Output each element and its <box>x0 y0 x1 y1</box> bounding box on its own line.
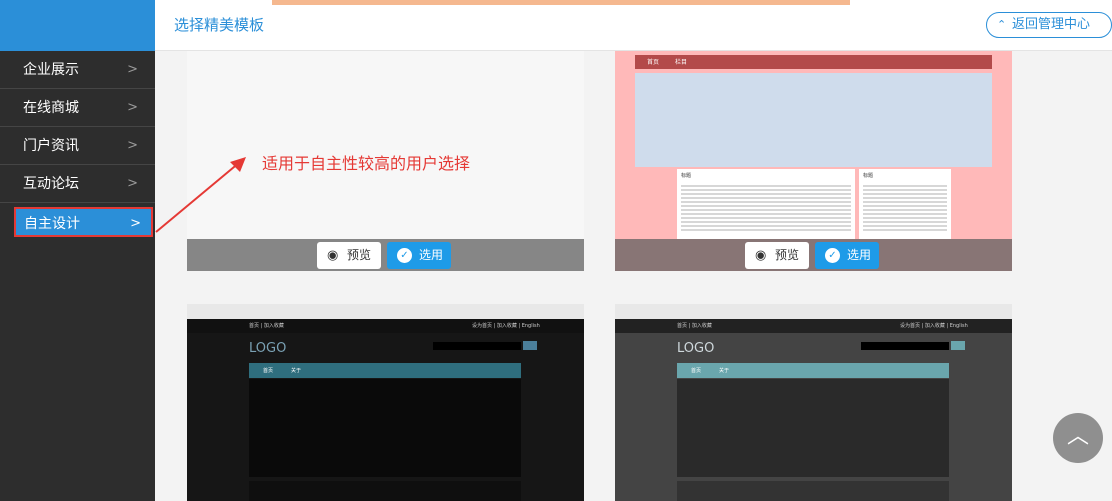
double-chevron-up-icon: ⌃ <box>997 18 1007 31</box>
sidebar-item-custom-design[interactable]: 自主设计 > <box>14 207 153 237</box>
template-card-pink[interactable]: 首页 栏目 标题 标题 ◉ 预览 ✓ 选用 <box>615 51 1012 271</box>
mock-nav-about: 关于 <box>291 368 302 374</box>
mock-logo: LOGO <box>677 341 715 356</box>
check-circle-icon: ✓ <box>825 248 840 263</box>
scroll-to-top-button[interactable]: ︿ <box>1053 413 1103 463</box>
sidebar-item-label: 门户资讯 <box>23 138 79 154</box>
preview-label: 预览 <box>347 248 372 262</box>
chevron-right-icon: > <box>127 100 138 115</box>
back-to-admin-label: 返回管理中心 <box>1012 17 1091 32</box>
mock-banner <box>635 73 992 167</box>
mock-topbar: 首页 | 加入收藏 设为首页 | 加入收藏 | English <box>187 319 584 333</box>
mock-nav: 首页 关于 <box>677 363 949 378</box>
eye-icon: ◉ <box>755 248 767 263</box>
template-action-bar: ◉ 预览 ✓ 选用 <box>615 239 1012 271</box>
chevron-right-icon: > <box>127 176 138 191</box>
sidebar: 企业展示 > 在线商城 > 门户资讯 > 互动论坛 > 自主设计 > <box>0 51 155 501</box>
sidebar-item-label: 企业展示 <box>23 62 79 78</box>
page-title: 选择精美模板 <box>174 16 265 34</box>
sidebar-item-forum[interactable]: 互动论坛 > <box>0 165 155 203</box>
annotation-text: 适用于自主性较高的用户选择 <box>262 154 471 173</box>
chevron-right-icon: > <box>130 216 141 231</box>
mock-search-button <box>951 341 965 350</box>
mock-column: 标题 <box>859 169 951 239</box>
mock-col-title: 标题 <box>681 173 692 179</box>
mock-text-lines <box>863 183 947 233</box>
template-card-grey[interactable]: 首页 | 加入收藏 设为首页 | 加入收藏 | English LOGO 首页 … <box>615 304 1012 501</box>
chevron-right-icon: > <box>127 62 138 77</box>
mock-nav-item: 栏目 <box>675 59 688 66</box>
template-action-bar: ◉ 预览 ✓ 选用 <box>187 239 584 271</box>
select-button[interactable]: ✓ 选用 <box>815 242 879 269</box>
mock-search-button <box>523 341 537 350</box>
mock-footer <box>677 481 949 501</box>
mock-nav-home: 首页 <box>647 59 660 66</box>
mock-top-right: 设为首页 | 加入收藏 | English <box>472 323 540 329</box>
mock-logo: LOGO <box>249 341 287 356</box>
preview-label: 预览 <box>775 248 800 262</box>
sidebar-item-shop[interactable]: 在线商城 > <box>0 89 155 127</box>
back-to-admin-button[interactable]: ⌃ 返回管理中心 <box>986 12 1112 38</box>
sidebar-item-label: 互动论坛 <box>23 176 79 192</box>
sidebar-item-enterprise[interactable]: 企业展示 > <box>0 51 155 89</box>
mock-nav-home: 首页 <box>691 368 702 374</box>
chevron-up-icon: ︿ <box>1066 424 1089 449</box>
sidebar-header <box>0 0 155 51</box>
chevron-right-icon: > <box>127 138 138 153</box>
eye-icon: ◉ <box>327 248 339 263</box>
mock-text-lines <box>681 183 851 233</box>
top-bar: 选择精美模板 ⌃ 返回管理中心 <box>0 0 1112 51</box>
select-label: 选用 <box>847 248 872 262</box>
template-card-dark[interactable]: 首页 | 加入收藏 设为首页 | 加入收藏 | English LOGO 首页 … <box>187 304 584 501</box>
mock-column: 标题 <box>677 169 855 239</box>
sidebar-item-label: 自主设计 <box>24 216 80 232</box>
mock-top-links: 首页 | 加入收藏 <box>677 323 712 329</box>
mock-col-title: 标题 <box>863 173 874 179</box>
mock-top-links: 首页 | 加入收藏 <box>249 323 284 329</box>
mock-search <box>433 342 521 350</box>
top-accent-bar <box>272 0 850 5</box>
sidebar-item-portal[interactable]: 门户资讯 > <box>0 127 155 165</box>
mock-nav-about: 关于 <box>719 368 730 374</box>
select-label: 选用 <box>419 248 444 262</box>
mock-banner <box>249 379 521 477</box>
mock-nav-home: 首页 <box>263 368 274 374</box>
preview-button[interactable]: ◉ 预览 <box>317 242 381 269</box>
mock-top-right: 设为首页 | 加入收藏 | English <box>900 323 968 329</box>
mock-banner <box>677 379 949 477</box>
mock-nav: 首页 关于 <box>249 363 521 378</box>
mock-topbar: 首页 | 加入收藏 设为首页 | 加入收藏 | English <box>615 319 1012 333</box>
mock-search <box>861 342 949 350</box>
annotation-arrow <box>155 157 246 233</box>
mock-footer <box>249 481 521 501</box>
select-button[interactable]: ✓ 选用 <box>387 242 451 269</box>
check-circle-icon: ✓ <box>397 248 412 263</box>
mock-nav: 首页 栏目 <box>635 55 992 69</box>
template-gallery: ◉ 预览 ✓ 选用 首页 栏目 标题 标题 ◉ 预览 ✓ 选用 首页 | 加入收… <box>155 51 1112 501</box>
sidebar-item-label: 在线商城 <box>23 100 79 116</box>
preview-button[interactable]: ◉ 预览 <box>745 242 809 269</box>
